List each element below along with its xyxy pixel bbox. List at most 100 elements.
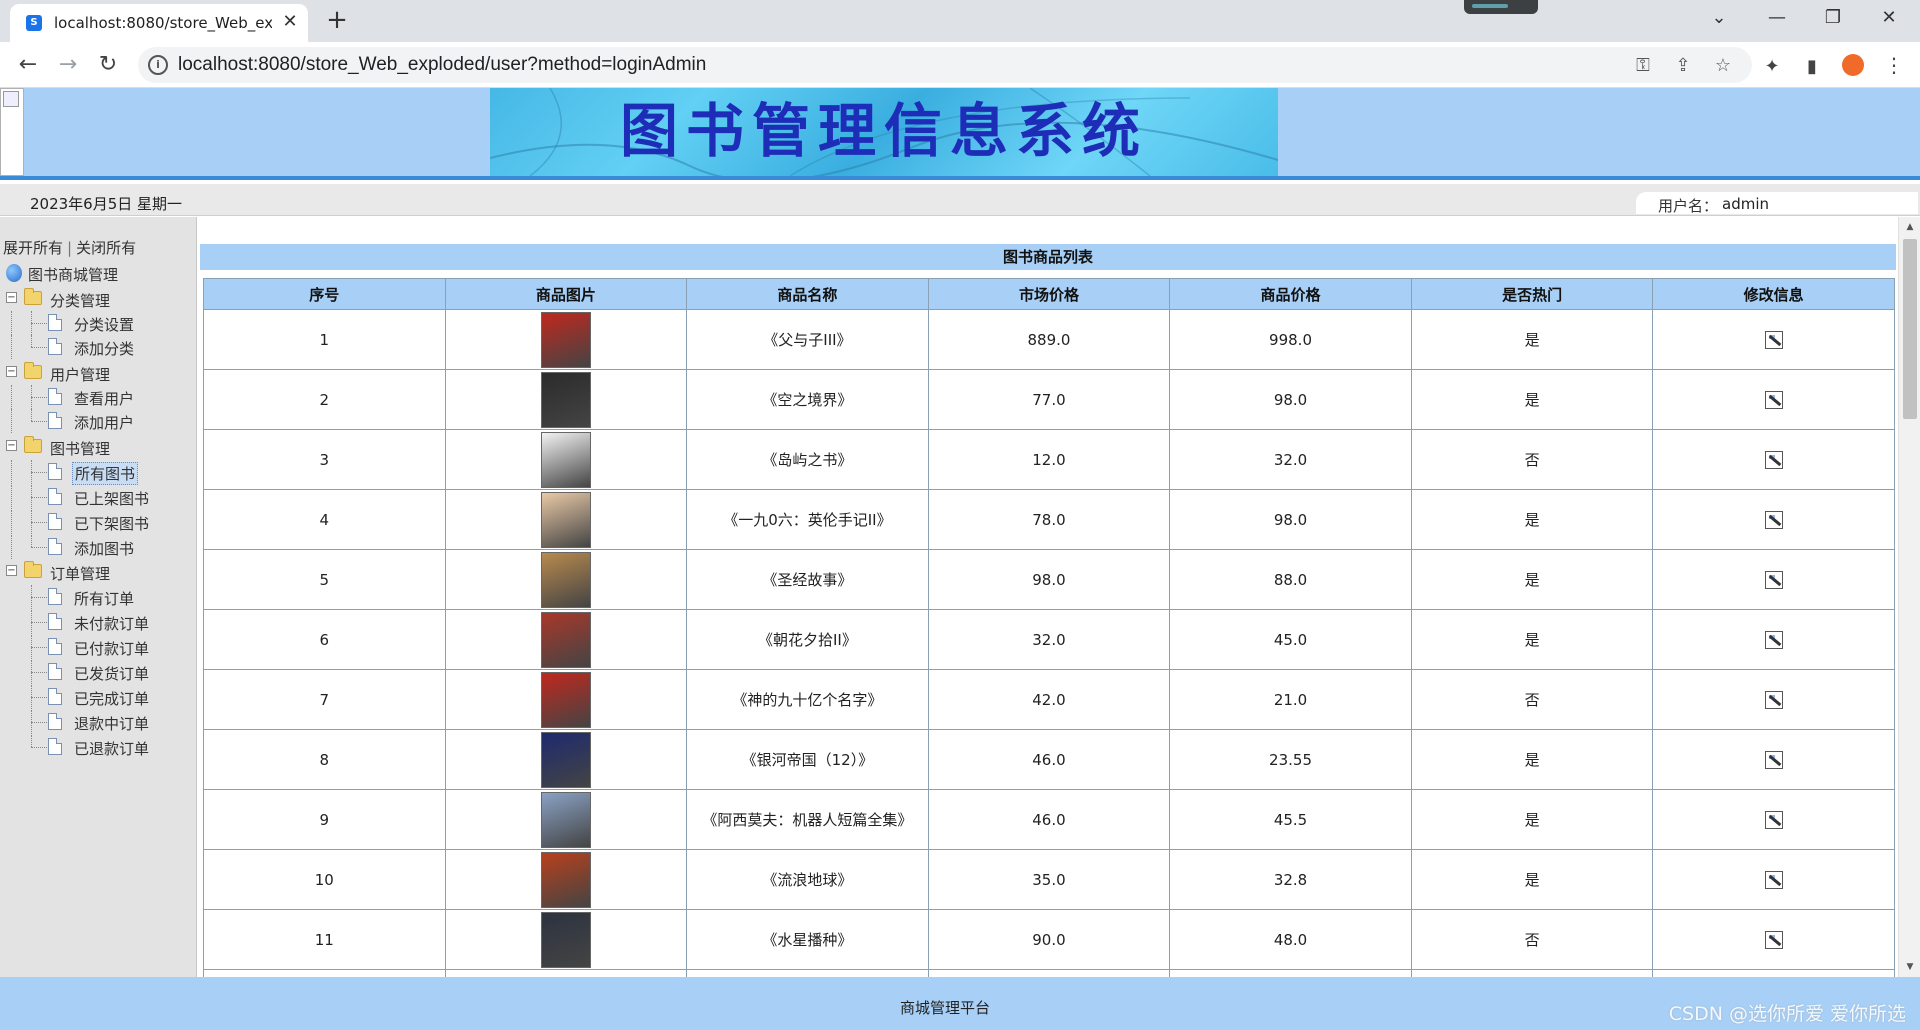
vertical-scrollbar[interactable]: ▲ ▼ bbox=[1898, 217, 1920, 977]
browser-tab[interactable]: S localhost:8080/store_Web_exploded/user… bbox=[10, 4, 308, 42]
scroll-up-icon[interactable]: ▲ bbox=[1904, 221, 1916, 233]
tree-item-label[interactable]: 退款中订单 bbox=[72, 713, 151, 734]
separator: | bbox=[67, 239, 73, 257]
tree-item-unpaid-orders[interactable]: 未付款订单 bbox=[6, 610, 191, 634]
book-cover-image bbox=[540, 911, 591, 968]
edit-icon[interactable] bbox=[1764, 570, 1783, 589]
tree-item-label[interactable]: 已上架图书 bbox=[72, 488, 151, 509]
tree-item-label[interactable]: 已退款订单 bbox=[72, 738, 151, 759]
new-tab-button[interactable]: + bbox=[322, 6, 352, 36]
key-icon[interactable]: ⚿ bbox=[1632, 55, 1654, 77]
collapse-toggle-icon[interactable]: − bbox=[6, 440, 17, 451]
tree-item-label[interactable]: 添加分类 bbox=[72, 338, 136, 359]
sidepanel-icon[interactable]: ▮ bbox=[1800, 55, 1824, 79]
address-bar[interactable]: i localhost:8080/store_Web_exploded/user… bbox=[138, 47, 1752, 83]
page-icon bbox=[48, 688, 62, 705]
scrollbar-thumb[interactable] bbox=[1903, 239, 1917, 419]
folder-open-icon bbox=[24, 436, 42, 453]
expand-all-link[interactable]: 展开所有 bbox=[3, 239, 63, 257]
tree-item-add-category[interactable]: 添加分类 bbox=[6, 335, 191, 359]
tree-item-paid-orders[interactable]: 已付款订单 bbox=[6, 635, 191, 659]
forward-icon[interactable]: → bbox=[52, 50, 84, 80]
tree-group-label[interactable]: 用户管理 bbox=[50, 364, 110, 385]
url-text[interactable]: localhost:8080/store_Web_exploded/user?m… bbox=[178, 54, 706, 76]
tree-group-users[interactable]: − 用户管理 bbox=[6, 361, 186, 385]
star-icon[interactable]: ☆ bbox=[1712, 55, 1734, 77]
sale-price: 21.0 bbox=[1169, 669, 1412, 730]
tree-item-label[interactable]: 已下架图书 bbox=[72, 513, 151, 534]
book-name: 《父与子III》 bbox=[686, 309, 929, 370]
share-icon[interactable]: ⇪ bbox=[1672, 55, 1694, 77]
tree-group-category[interactable]: − 分类管理 bbox=[6, 287, 186, 311]
table-header-row: 序号 商品图片 商品名称 市场价格 商品价格 是否热门 修改信息 bbox=[203, 278, 1895, 310]
page-icon bbox=[48, 513, 62, 530]
table-cell bbox=[1410, 969, 1654, 977]
tree-group-label[interactable]: 分类管理 bbox=[50, 290, 110, 311]
tree-item-label[interactable]: 已发货订单 bbox=[72, 663, 151, 684]
tree-item-label[interactable]: 已完成订单 bbox=[72, 688, 151, 709]
column-header: 商品价格 bbox=[1169, 278, 1412, 310]
edit-icon[interactable] bbox=[1764, 450, 1783, 469]
tree-item-label[interactable]: 添加图书 bbox=[72, 538, 136, 559]
tree-group-books[interactable]: − 图书管理 bbox=[6, 435, 186, 459]
tree-item-add-user[interactable]: 添加用户 bbox=[6, 409, 191, 433]
market-price: 90.0 bbox=[927, 909, 1171, 970]
collapse-all-link[interactable]: 关闭所有 bbox=[76, 239, 136, 257]
tab-search-icon[interactable]: ⌄ bbox=[1692, 0, 1746, 38]
maximize-button[interactable]: ❐ bbox=[1806, 0, 1860, 38]
table-row: 8 《银河帝国（12）》 46.0 23.55 是 bbox=[203, 729, 1895, 790]
tree-item-label[interactable]: 添加用户 bbox=[72, 412, 136, 433]
collapse-toggle-icon[interactable]: − bbox=[6, 565, 17, 576]
edit-icon[interactable] bbox=[1764, 330, 1783, 349]
tree-item-shipped-orders[interactable]: 已发货订单 bbox=[6, 660, 191, 684]
banner: 图书管理信息系统 bbox=[490, 88, 1278, 176]
tree-item-unlisted-books[interactable]: 已下架图书 bbox=[6, 510, 191, 534]
tree-item-refunded-orders[interactable]: 已退款订单 bbox=[6, 735, 191, 759]
edit-icon[interactable] bbox=[1764, 630, 1783, 649]
menu-icon[interactable]: ⋮ bbox=[1884, 54, 1904, 78]
tree-item-label[interactable]: 已付款订单 bbox=[72, 638, 151, 659]
page-icon bbox=[48, 713, 62, 730]
tree-group-label[interactable]: 订单管理 bbox=[50, 563, 110, 584]
edit-icon[interactable] bbox=[1764, 690, 1783, 709]
edit-icon[interactable] bbox=[1764, 870, 1783, 889]
tree-item-completed-orders[interactable]: 已完成订单 bbox=[6, 685, 191, 709]
scroll-down-icon[interactable]: ▼ bbox=[1904, 961, 1916, 973]
tree-item-label[interactable]: 查看用户 bbox=[72, 388, 136, 409]
collapse-toggle-icon[interactable]: − bbox=[6, 366, 17, 377]
close-window-button[interactable]: ✕ bbox=[1862, 0, 1916, 38]
folder-open-icon bbox=[24, 362, 42, 379]
edit-icon[interactable] bbox=[1764, 510, 1783, 529]
edit-icon[interactable] bbox=[1764, 810, 1783, 829]
extensions-icon[interactable]: ✦ bbox=[1760, 55, 1784, 79]
reload-icon[interactable]: ↻ bbox=[92, 50, 124, 80]
book-name: 《水星播种》 bbox=[686, 909, 929, 970]
tree-item-all-books[interactable]: 所有图书 bbox=[6, 460, 191, 485]
tab-close-icon[interactable]: ✕ bbox=[280, 11, 300, 33]
tree-item-category-settings[interactable]: 分类设置 bbox=[6, 311, 191, 335]
edit-icon[interactable] bbox=[1764, 930, 1783, 949]
tree-item-add-book[interactable]: 添加图书 bbox=[6, 535, 191, 559]
tree-group-label[interactable]: 图书管理 bbox=[50, 438, 110, 459]
tree-item-listed-books[interactable]: 已上架图书 bbox=[6, 485, 191, 509]
page-header: 图书管理信息系统 bbox=[0, 88, 1920, 180]
tree-root-label[interactable]: 图书商城管理 bbox=[28, 264, 118, 285]
tree-item-label[interactable]: 未付款订单 bbox=[72, 613, 151, 634]
tree-item-view-users[interactable]: 查看用户 bbox=[6, 385, 191, 409]
camera-indicator bbox=[1464, 0, 1538, 14]
back-icon[interactable]: ← bbox=[12, 50, 44, 80]
site-info-icon[interactable]: i bbox=[148, 55, 168, 75]
tree-item-label[interactable]: 所有订单 bbox=[72, 588, 136, 609]
profile-icon[interactable] bbox=[1842, 54, 1864, 76]
edit-icon[interactable] bbox=[1764, 390, 1783, 409]
tree-item-refunding-orders[interactable]: 退款中订单 bbox=[6, 710, 191, 734]
edit-icon[interactable] bbox=[1764, 750, 1783, 769]
tree-item-all-orders[interactable]: 所有订单 bbox=[6, 585, 191, 609]
minimize-button[interactable]: — bbox=[1750, 0, 1804, 38]
tree-item-label-selected[interactable]: 所有图书 bbox=[72, 462, 139, 485]
tree-group-orders[interactable]: − 订单管理 bbox=[6, 560, 186, 584]
collapse-toggle-icon[interactable]: − bbox=[6, 292, 17, 303]
page-icon bbox=[48, 338, 62, 355]
page-icon bbox=[48, 663, 62, 680]
tree-item-label[interactable]: 分类设置 bbox=[72, 314, 136, 335]
